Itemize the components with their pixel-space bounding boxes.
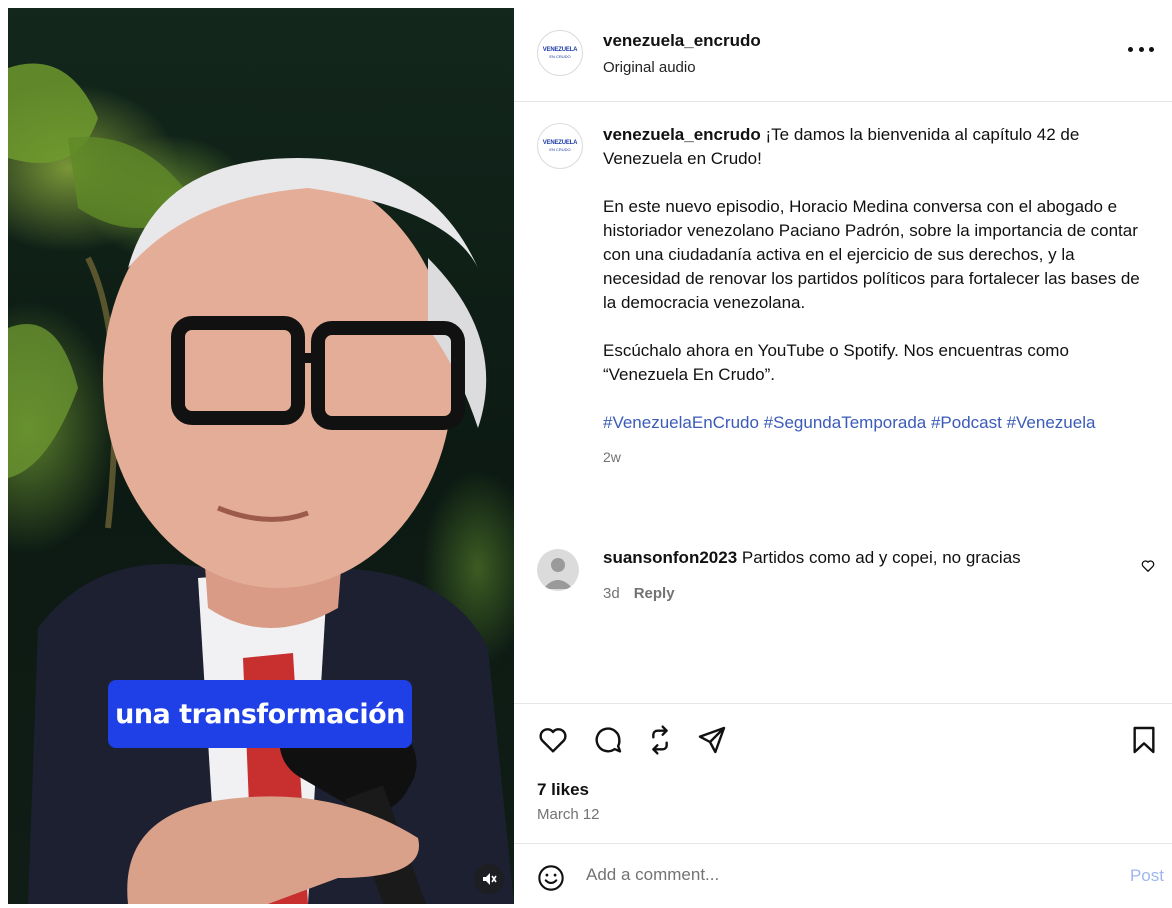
video-frame-person bbox=[8, 63, 514, 904]
comment-time-ago: 3d bbox=[603, 585, 620, 602]
repost-button[interactable] bbox=[644, 724, 676, 756]
reply-button[interactable]: Reply bbox=[634, 585, 675, 602]
comment-icon bbox=[595, 727, 622, 753]
comment-button[interactable] bbox=[592, 724, 624, 756]
account-avatar[interactable]: VENEZUELA EN CRUDO bbox=[537, 30, 583, 76]
heart-icon bbox=[539, 728, 567, 753]
caption-paragraph-1: venezuela_encrudo ¡Te damos la bienvenid… bbox=[603, 123, 1153, 171]
avatar-logo-subtext: EN CRUDO bbox=[549, 147, 571, 152]
instagram-post: una transformación VENEZUELA EN CRUDO ve… bbox=[0, 0, 1172, 908]
post-date: March 12 bbox=[537, 806, 600, 823]
comment-text: suansonfon2023 Partidos como ad y copei,… bbox=[603, 548, 1021, 568]
comment-input[interactable] bbox=[586, 860, 1086, 890]
bookmark-icon bbox=[1133, 726, 1155, 754]
caption-hashtags[interactable]: #VenezuelaEnCrudo #SegundaTemporada #Pod… bbox=[603, 411, 1153, 435]
caption-username[interactable]: venezuela_encrudo bbox=[603, 125, 761, 144]
comment-body: Partidos como ad y copei, no gracias bbox=[741, 548, 1021, 567]
more-horizontal-icon-dot bbox=[1149, 46, 1154, 52]
like-button[interactable] bbox=[537, 724, 569, 756]
post-comment-button[interactable]: Post bbox=[1130, 866, 1164, 886]
audio-label[interactable]: Original audio bbox=[603, 59, 696, 76]
comments-section[interactable]: VENEZUELA EN CRUDO venezuela_encrudo ¡Te… bbox=[514, 103, 1172, 703]
caption-time-ago: 2w bbox=[603, 449, 621, 465]
speaker-muted-icon bbox=[483, 873, 497, 885]
post-sidebar: VENEZUELA EN CRUDO venezuela_encrudo Ori… bbox=[514, 0, 1172, 908]
post-actions: 7 likes March 12 bbox=[514, 703, 1172, 843]
heart-icon bbox=[1141, 560, 1155, 572]
avatar-logo-text: VENEZUELA bbox=[542, 47, 578, 53]
emoji-button[interactable] bbox=[537, 864, 565, 897]
avatar-logo-text: VENEZUELA bbox=[542, 140, 578, 146]
video-caption-overlay: una transformación bbox=[108, 680, 412, 748]
commenter-avatar[interactable] bbox=[537, 549, 579, 591]
share-icon bbox=[698, 726, 726, 754]
more-horizontal-icon bbox=[1128, 46, 1133, 52]
more-options-button[interactable] bbox=[1128, 42, 1154, 56]
comment-meta: 3d Reply bbox=[603, 585, 675, 602]
caption-avatar[interactable]: VENEZUELA EN CRUDO bbox=[537, 123, 583, 169]
smiley-icon bbox=[538, 865, 564, 891]
account-username[interactable]: venezuela_encrudo bbox=[603, 31, 761, 51]
post-video[interactable]: una transformación bbox=[8, 8, 514, 904]
likes-count[interactable]: 7 likes bbox=[537, 780, 589, 800]
caption-text: venezuela_encrudo ¡Te damos la bienvenid… bbox=[603, 123, 1153, 469]
commenter-username[interactable]: suansonfon2023 bbox=[603, 548, 737, 567]
avatar-logo-subtext: EN CRUDO bbox=[549, 54, 571, 59]
more-horizontal-icon-dot bbox=[1138, 46, 1144, 52]
caption-paragraph-2: En este nuevo episodio, Horacio Medina c… bbox=[603, 197, 1140, 312]
comment-like-button[interactable] bbox=[1141, 559, 1155, 578]
caption-paragraph-3: Escúchalo ahora en YouTube o Spotify. No… bbox=[603, 341, 1069, 384]
default-user-icon bbox=[543, 558, 573, 589]
mute-button[interactable] bbox=[474, 864, 504, 894]
post-header: VENEZUELA EN CRUDO venezuela_encrudo Ori… bbox=[514, 0, 1172, 102]
add-comment-bar: Post bbox=[514, 843, 1172, 908]
repost-icon bbox=[652, 725, 668, 755]
save-button[interactable] bbox=[1128, 724, 1160, 756]
share-button[interactable] bbox=[696, 724, 728, 756]
comment-item: suansonfon2023 Partidos como ad y copei,… bbox=[537, 545, 1157, 615]
